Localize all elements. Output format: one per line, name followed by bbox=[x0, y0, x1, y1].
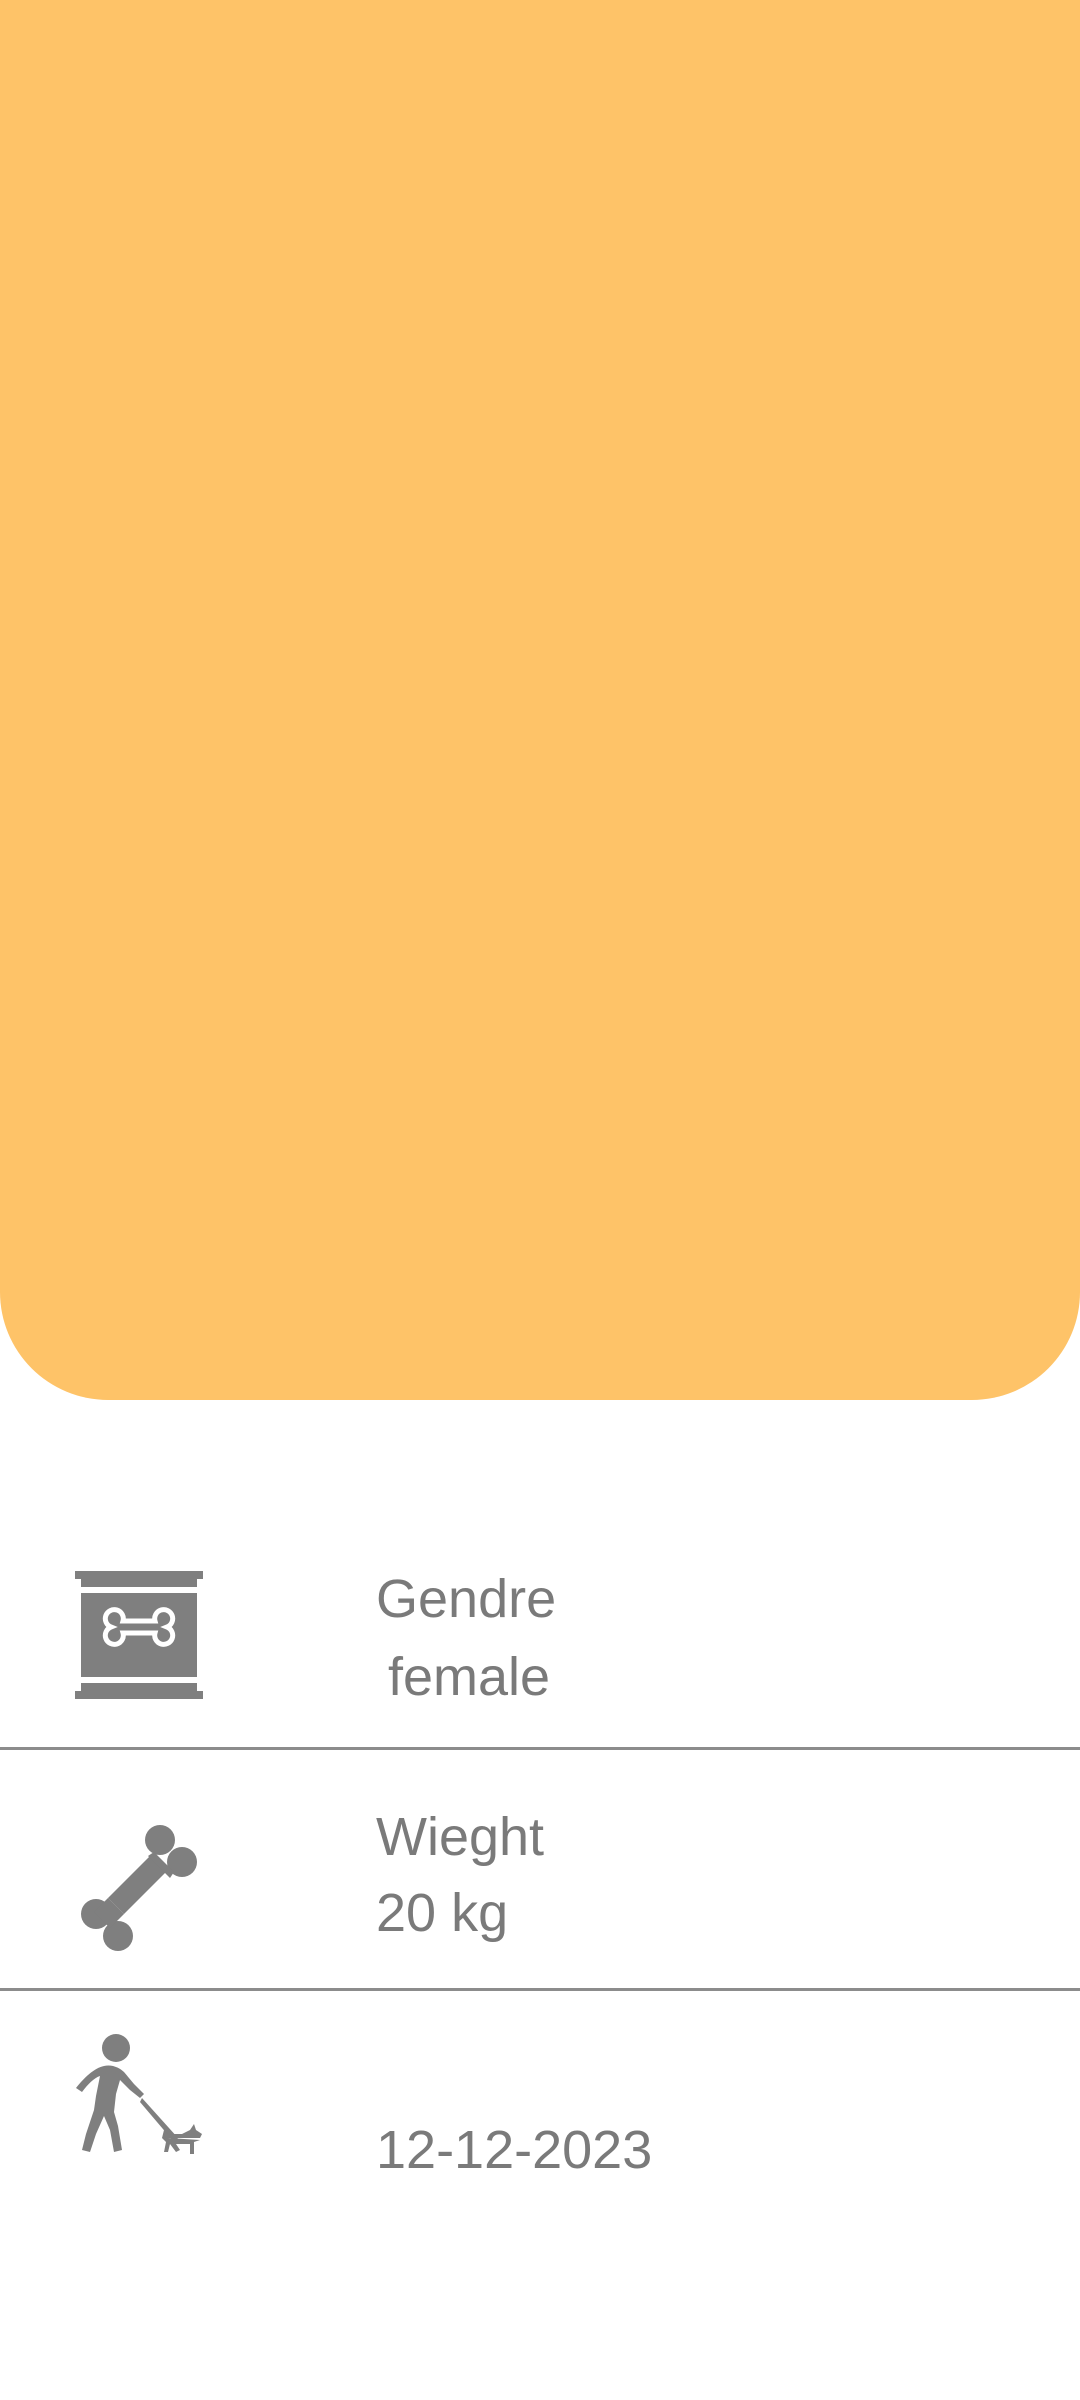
weight-row: Wieght 20 kg bbox=[0, 1752, 1080, 1982]
dog-walking-icon bbox=[64, 2034, 214, 2184]
divider bbox=[0, 1988, 1080, 1991]
weight-value: 20 kg bbox=[376, 1883, 509, 1943]
gender-row: Gendre female bbox=[0, 1540, 1080, 1740]
date-row: 12-12-2023 bbox=[0, 1992, 1080, 2232]
dog-food-can-icon bbox=[64, 1560, 214, 1710]
gender-value: female bbox=[388, 1647, 551, 1707]
pet-photo-header bbox=[0, 0, 1080, 1400]
divider bbox=[0, 1747, 1080, 1750]
gender-label: Gendre bbox=[376, 1569, 557, 1629]
weight-label: Wieght bbox=[376, 1807, 545, 1867]
date-value: 12-12-2023 bbox=[376, 2120, 653, 2180]
bone-icon bbox=[64, 1812, 214, 1962]
